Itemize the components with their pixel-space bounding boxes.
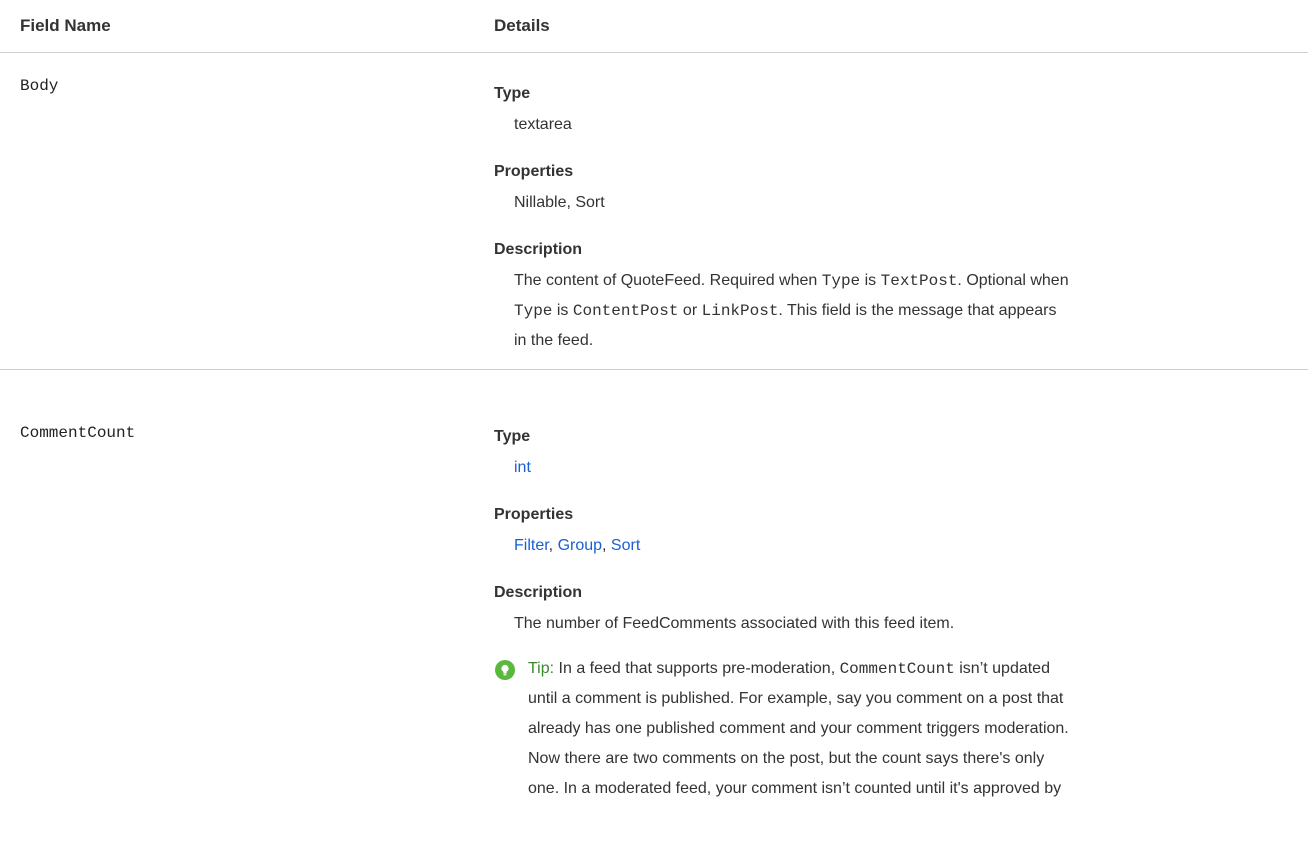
type-value-wrap: int (514, 459, 531, 477)
property-link-sort[interactable]: Sort (611, 537, 640, 554)
type-value: textarea (514, 116, 572, 133)
table-row: CommentCount Type int Properties Filter,… (0, 370, 1308, 846)
tip-line: already has one published comment and yo… (528, 720, 1069, 737)
properties-label: Properties (494, 506, 574, 523)
code-linkpost: LinkPost (701, 302, 779, 320)
field-details: Type int Properties Filter, Group, Sort … (494, 370, 1294, 846)
properties-label: Properties (494, 163, 574, 180)
property-link-filter[interactable]: Filter (514, 537, 549, 554)
code-type: Type (514, 302, 553, 320)
description-line: The content of QuoteFeed. Required when … (514, 272, 1069, 290)
tip-label: Tip: (528, 660, 555, 677)
description-line: Type is ContentPost or LinkPost. This fi… (514, 302, 1057, 320)
description-line: in the feed. (514, 332, 594, 349)
properties-value: Nillable, Sort (514, 194, 605, 211)
tip-line: Now there are two comments on the post, … (528, 750, 1045, 767)
tip-line: Tip: In a feed that supports pre-moderat… (528, 660, 1050, 678)
type-label: Type (494, 428, 531, 445)
description-label: Description (494, 241, 583, 258)
table-row: Body Type textarea Properties Nillable, … (0, 53, 1308, 369)
code-commentcount: CommentCount (839, 660, 955, 678)
tip-text: In a feed that supports pre-moderation, (554, 660, 840, 677)
tip-line: one. In a moderated feed, your comment i… (528, 780, 1062, 797)
code-textpost: TextPost (880, 272, 958, 290)
field-name: CommentCount (20, 424, 136, 442)
description-label: Description (494, 584, 583, 601)
column-header-details: Details (494, 16, 550, 35)
field-name: Body (20, 77, 59, 95)
description-text: . This field is the message that appears (778, 302, 1057, 319)
description-line: The number of FeedComments associated wi… (514, 615, 955, 632)
tip-line: until a comment is published. For exampl… (528, 690, 1064, 707)
description-text: The content of QuoteFeed. Required when (514, 272, 822, 289)
description-text: . Optional when (957, 272, 1069, 289)
tip-text: isn’t updated (954, 660, 1050, 677)
description-text: is (552, 302, 573, 319)
code-contentpost: ContentPost (572, 302, 679, 320)
code-type: Type (821, 272, 861, 290)
type-link-int[interactable]: int (514, 459, 531, 476)
table-header: Field Name Details (0, 0, 1308, 53)
separator: , (548, 537, 558, 554)
properties-value: Filter, Group, Sort (514, 537, 640, 555)
field-details: Type textarea Properties Nillable, Sort … (494, 53, 1294, 369)
description-text: or (678, 302, 702, 319)
lightbulb-icon (495, 660, 515, 680)
column-header-field-name: Field Name (20, 16, 111, 35)
type-label: Type (494, 85, 531, 102)
field-reference-table: Field Name Details Body Type textarea Pr… (0, 0, 1308, 846)
description-text: is (860, 272, 881, 289)
separator: , (602, 537, 611, 554)
property-link-group[interactable]: Group (558, 537, 602, 554)
